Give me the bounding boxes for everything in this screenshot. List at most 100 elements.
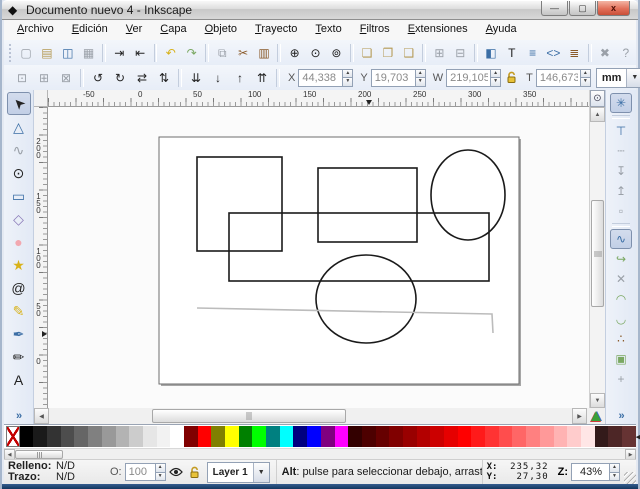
open-document-button[interactable]: ▤ xyxy=(38,43,57,63)
snap-enable-button[interactable]: ✳ xyxy=(610,93,632,113)
color-swatch-28[interactable] xyxy=(389,426,403,447)
color-swatch-2[interactable] xyxy=(33,426,47,447)
color-swatch-6[interactable] xyxy=(88,426,102,447)
color-swatch-30[interactable] xyxy=(417,426,431,447)
unlink-clone-button[interactable]: ❑ xyxy=(399,43,418,63)
color-swatch-39[interactable] xyxy=(540,426,554,447)
snap-nodes-paths-button[interactable]: ∿ xyxy=(610,229,632,249)
paste-button[interactable]: ▥ xyxy=(255,43,274,63)
color-swatch-4[interactable] xyxy=(61,426,75,447)
menu-item-ayuda[interactable]: Ayuda xyxy=(477,20,526,40)
snap-smooth-nodes-button[interactable]: ◡ xyxy=(610,309,632,329)
snap-bbox-centers-button[interactable]: ▫ xyxy=(610,201,632,221)
color-swatch-24[interactable] xyxy=(335,426,349,447)
tool-node-editor-button[interactable]: △ xyxy=(7,115,31,138)
menu-item-ver[interactable]: Ver xyxy=(117,20,152,40)
align-dialog-button[interactable]: ≣ xyxy=(565,43,584,63)
lower-to-bottom-button[interactable]: ⇊ xyxy=(186,68,206,88)
scroll-down-arrow[interactable]: ▼ xyxy=(590,393,605,408)
layer-lock-icon[interactable] xyxy=(189,466,201,479)
layer-dropdown[interactable]: Layer 1 ▼ xyxy=(207,462,270,483)
help-button[interactable]: ? xyxy=(616,43,635,63)
preferences-button[interactable]: ✖ xyxy=(596,43,615,63)
color-swatch-8[interactable] xyxy=(116,426,130,447)
scroll-up-arrow[interactable]: ▲ xyxy=(590,107,605,122)
color-swatch-36[interactable] xyxy=(499,426,513,447)
zoom-to-page-button[interactable]: ⊚ xyxy=(327,43,346,63)
fill-and-stroke-dialog-button[interactable]: ◧ xyxy=(482,43,501,63)
group-button[interactable]: ⊞ xyxy=(430,43,449,63)
cut-button[interactable]: ✂ xyxy=(234,43,253,63)
tool-calligraphy-button[interactable]: ✏ xyxy=(7,345,31,368)
zoom-on-resize-toggle[interactable]: ⊙ xyxy=(590,90,605,107)
tool-pencil-button[interactable]: ✎ xyxy=(7,299,31,322)
color-swatch-33[interactable] xyxy=(458,426,472,447)
xml-editor-button[interactable]: <> xyxy=(544,43,563,63)
snap-cusp-nodes-button[interactable]: ◠ xyxy=(610,289,632,309)
color-swatch-44[interactable] xyxy=(608,426,622,447)
color-swatch-20[interactable] xyxy=(280,426,294,447)
flip-vertical-button[interactable]: ⇅ xyxy=(154,68,174,88)
color-swatch-13[interactable] xyxy=(184,426,198,447)
raise-one-step-button[interactable]: ↑ xyxy=(230,68,250,88)
import-button[interactable]: ⇥ xyxy=(110,43,129,63)
horizontal-ruler[interactable]: -50050100150200250300350 xyxy=(48,90,589,107)
palette-scroll-thumb[interactable] xyxy=(15,450,63,459)
tool-pen-button[interactable]: ✒ xyxy=(7,322,31,345)
layers-dialog-button[interactable]: ≡ xyxy=(523,43,542,63)
color-swatch-14[interactable] xyxy=(198,426,212,447)
redo-button[interactable]: ↷ xyxy=(182,43,201,63)
color-swatch-15[interactable] xyxy=(211,426,225,447)
color-swatch-21[interactable] xyxy=(293,426,307,447)
zoom-to-selection-button[interactable]: ⊕ xyxy=(285,43,304,63)
toolbar-grip[interactable] xyxy=(8,44,13,62)
scroll-left-arrow[interactable]: ◀ xyxy=(34,408,49,424)
color-swatch-3[interactable] xyxy=(47,426,61,447)
y-spinner[interactable]: ▲▼ xyxy=(415,69,426,87)
toolbox-overflow-button[interactable]: » xyxy=(16,410,21,422)
height-field[interactable] xyxy=(536,69,580,87)
zoom-field[interactable] xyxy=(571,463,609,481)
create-clone-button[interactable]: ❐ xyxy=(378,43,397,63)
opacity-field[interactable] xyxy=(125,463,155,481)
tool-spiral-button[interactable]: @ xyxy=(7,276,31,299)
snap-path-intersections-button[interactable]: ✕ xyxy=(610,269,632,289)
color-swatch-9[interactable] xyxy=(129,426,143,447)
menu-item-trayecto[interactable]: Trayecto xyxy=(246,20,306,40)
color-swatch-1[interactable] xyxy=(20,426,34,447)
save-document-button[interactable]: ◫ xyxy=(58,43,77,63)
text-dialog-button[interactable]: T xyxy=(502,43,521,63)
snap-line-midpoints-button[interactable]: ∴ xyxy=(610,329,632,349)
snap-object-centers-button[interactable]: ▣ xyxy=(610,349,632,369)
snapbar-overflow-button[interactable]: » xyxy=(618,410,623,422)
export-button[interactable]: ⇤ xyxy=(131,43,150,63)
canvas[interactable] xyxy=(48,107,589,408)
menu-item-objeto[interactable]: Objeto xyxy=(196,20,246,40)
resize-grip[interactable] xyxy=(624,472,636,484)
color-swatch-7[interactable] xyxy=(102,426,116,447)
menu-item-texto[interactable]: Texto xyxy=(306,20,350,40)
color-swatch-12[interactable] xyxy=(170,426,184,447)
drawing-svg[interactable] xyxy=(48,107,589,408)
new-document-button[interactable]: ▢ xyxy=(17,43,36,63)
color-swatch-41[interactable] xyxy=(567,426,581,447)
flip-horizontal-button[interactable]: ⇄ xyxy=(132,68,152,88)
color-swatch-40[interactable] xyxy=(554,426,568,447)
scroll-right-arrow[interactable]: ▶ xyxy=(572,408,587,424)
vertical-ruler[interactable]: 200150100500 xyxy=(34,107,48,408)
color-swatch-10[interactable] xyxy=(143,426,157,447)
menu-item-capa[interactable]: Capa xyxy=(151,20,195,40)
select-all-in-all-layers-button[interactable]: ⊞ xyxy=(34,68,54,88)
color-swatch-37[interactable] xyxy=(512,426,526,447)
color-swatch-19[interactable] xyxy=(266,426,280,447)
units-dropdown[interactable]: mm ▼ xyxy=(596,68,640,88)
horizontal-scroll-track[interactable] xyxy=(49,408,572,424)
snap-to-paths-button[interactable]: ↪ xyxy=(610,249,632,269)
color-swatch-29[interactable] xyxy=(403,426,417,447)
tool-3d-box-button[interactable]: ◇ xyxy=(7,207,31,230)
print-document-button[interactable]: ▦ xyxy=(79,43,98,63)
vertical-scroll-thumb[interactable] xyxy=(591,200,604,307)
layer-visibility-eye-icon[interactable] xyxy=(169,467,183,477)
rotate-90-cw-button[interactable]: ↻ xyxy=(110,68,130,88)
width-spinner[interactable]: ▲▼ xyxy=(490,69,501,87)
